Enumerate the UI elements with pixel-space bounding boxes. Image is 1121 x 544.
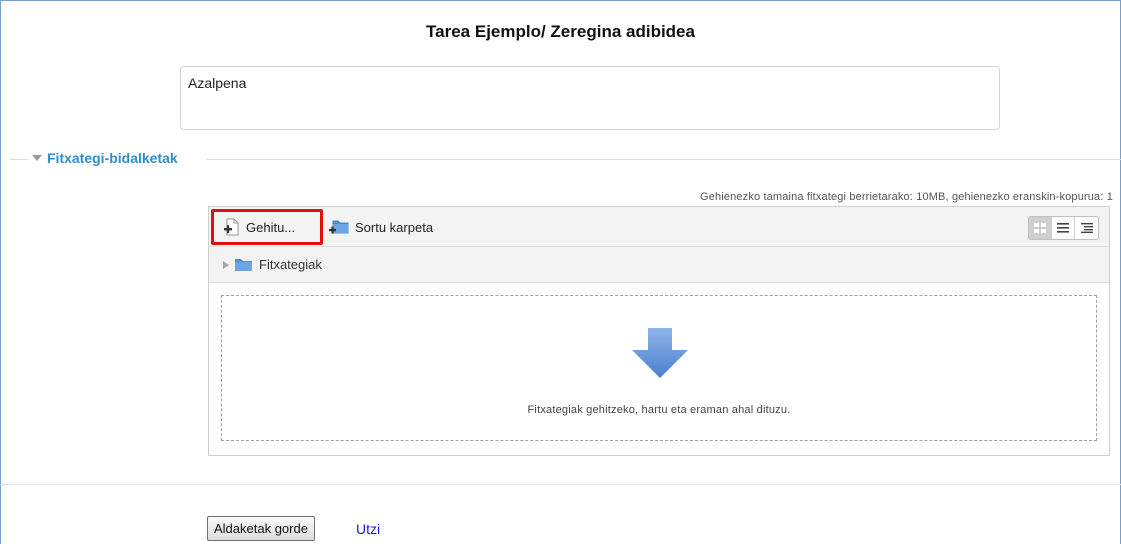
list-view-button[interactable] [1052,217,1075,239]
create-folder-icon [329,220,349,234]
expand-arrow-icon [223,260,229,269]
section-toggle-file-submissions[interactable]: Fitxategi-bidalketak [32,150,178,166]
add-file-icon [224,218,239,236]
cancel-link[interactable]: Utzi [356,521,380,537]
section-legend: Fitxategi-bidalketak [47,150,178,166]
list-view-icon [1057,223,1069,233]
file-limits-text: Gehienezko tamaina fitxategi berrietarak… [700,191,1113,203]
save-changes-button[interactable]: Aldaketak gorde [207,516,315,541]
window-border-top [0,0,1121,1]
folder-path-label: Fitxategiak [259,257,322,272]
file-manager: Gehitu... Sortu karpeta Fitxategiak Fitx… [208,206,1110,456]
create-folder-button[interactable]: Sortu karpeta [329,216,433,238]
drop-arrow-icon [632,328,688,378]
window-border-left [0,0,1,544]
form-separator [0,484,1121,485]
add-file-label: Gehitu... [246,219,296,235]
fieldset-border [206,159,1121,160]
folder-path-bar[interactable]: Fitxategiak [209,247,1109,283]
folder-icon [235,258,252,271]
page-title: Tarea Ejemplo/ Zeregina adibidea [426,22,695,41]
view-mode-switcher [1028,216,1099,240]
file-drop-zone[interactable]: Fitxategiak gehitzeko, hartu eta eraman … [221,295,1097,441]
tree-view-icon [1080,223,1093,233]
collapse-arrow-icon [32,155,42,161]
icons-view-button[interactable] [1029,217,1052,239]
fieldset-border [10,159,28,160]
icons-view-icon [1033,222,1046,233]
add-file-button[interactable]: Gehitu... [211,209,323,245]
tree-view-button[interactable] [1075,217,1098,239]
drop-zone-hint: Fitxategiak gehitzeko, hartu eta eraman … [527,404,791,416]
create-folder-label: Sortu karpeta [355,219,434,235]
description-box: Azalpena [180,66,1000,130]
file-manager-toolbar: Gehitu... Sortu karpeta [209,207,1109,247]
description-text: Azalpena [188,75,247,91]
